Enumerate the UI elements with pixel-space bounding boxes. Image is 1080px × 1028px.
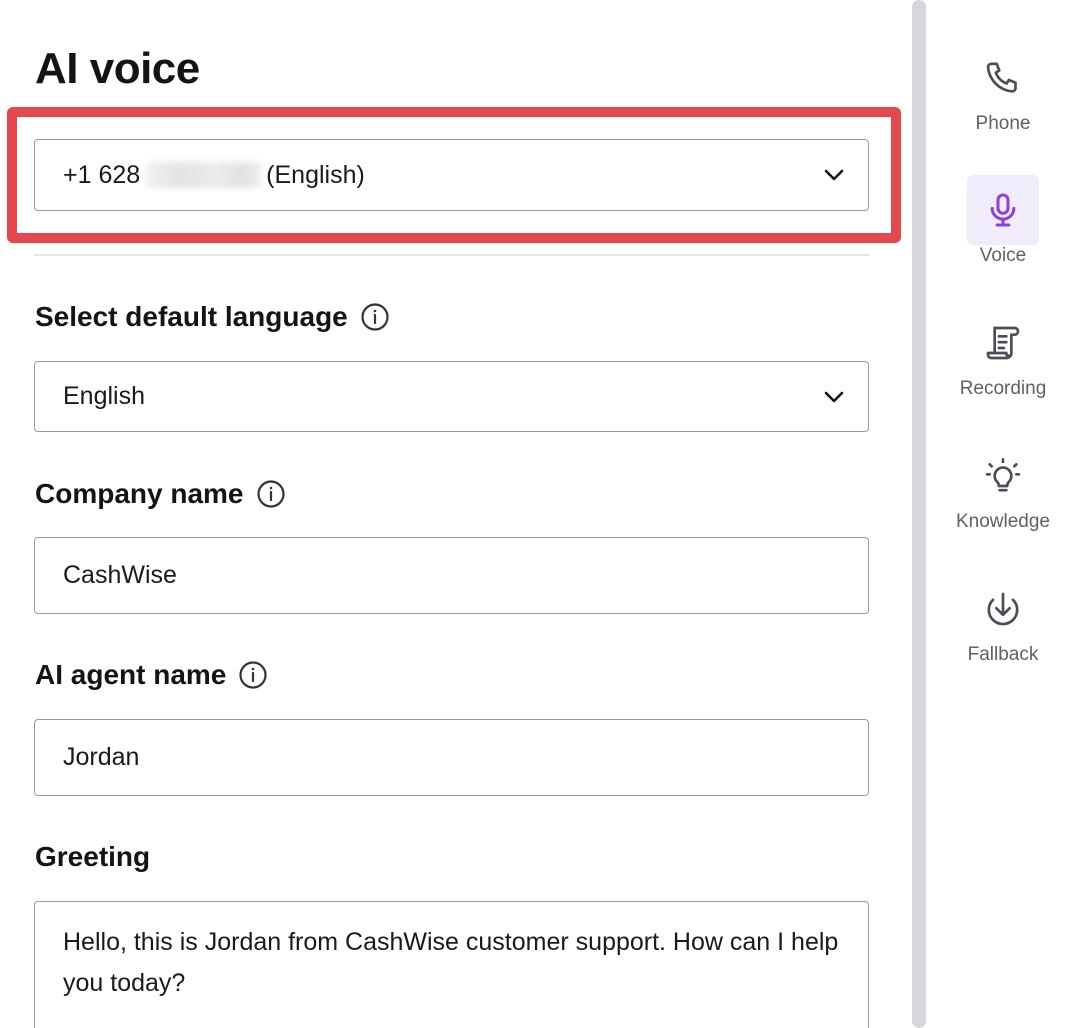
agent-name-input[interactable]: Jordan: [34, 719, 869, 796]
page-title: AI voice: [35, 44, 200, 93]
chevron-down-icon: [824, 391, 844, 402]
lightbulb-icon: [985, 458, 1021, 492]
default-language-select[interactable]: English: [34, 361, 869, 432]
section-divider: [34, 254, 869, 256]
language-label-text: Select default language: [35, 301, 348, 332]
language-label: Select default language: [35, 301, 390, 333]
main-panel: AI voice +1 628 (English) Select default…: [0, 0, 910, 1028]
greeting-label: Greeting: [35, 841, 150, 873]
rail-item-phone[interactable]: Phone: [930, 43, 1076, 135]
scroll-icon: [986, 326, 1020, 360]
info-icon[interactable]: [256, 479, 286, 509]
company-name-input[interactable]: CashWise: [34, 537, 869, 614]
greeting-label-text: Greeting: [35, 841, 151, 872]
info-icon[interactable]: [238, 660, 268, 690]
rail-label-fallback: Fallback: [967, 644, 1039, 665]
microphone-icon: [990, 193, 1016, 227]
rail-item-fallback[interactable]: Fallback: [930, 574, 1076, 666]
phone-language-suffix: (English): [266, 160, 365, 189]
company-label: Company name: [35, 478, 286, 510]
download-circle-icon: [987, 592, 1019, 626]
agent-label-text: AI agent name: [35, 659, 227, 690]
scrollbar[interactable]: [912, 0, 926, 1028]
rail-item-recording[interactable]: Recording: [930, 308, 1076, 400]
phone-icon: [986, 62, 1017, 93]
agent-label: AI agent name: [35, 659, 268, 691]
chevron-down-icon: [824, 169, 844, 181]
default-language-value: English: [63, 382, 145, 410]
redacted-number: [146, 162, 263, 188]
info-icon[interactable]: [360, 302, 390, 332]
rail-label-voice: Voice: [979, 245, 1027, 266]
rail-item-knowledge[interactable]: Knowledge: [930, 441, 1076, 533]
rail-label-knowledge: Knowledge: [955, 511, 1051, 532]
rail-label-recording: Recording: [959, 378, 1047, 399]
phone-prefix: +1 628: [63, 160, 141, 189]
rail-item-voice[interactable]: Voice: [930, 175, 1076, 267]
greeting-textarea[interactable]: Hello, this is Jordan from CashWise cust…: [34, 901, 869, 1028]
rail-label-phone: Phone: [975, 113, 1031, 134]
company-label-text: Company name: [35, 478, 244, 509]
side-rail: Phone Voice Recording Knowledge Fallback: [930, 0, 1080, 1028]
phone-number-select[interactable]: +1 628 (English): [34, 139, 869, 211]
